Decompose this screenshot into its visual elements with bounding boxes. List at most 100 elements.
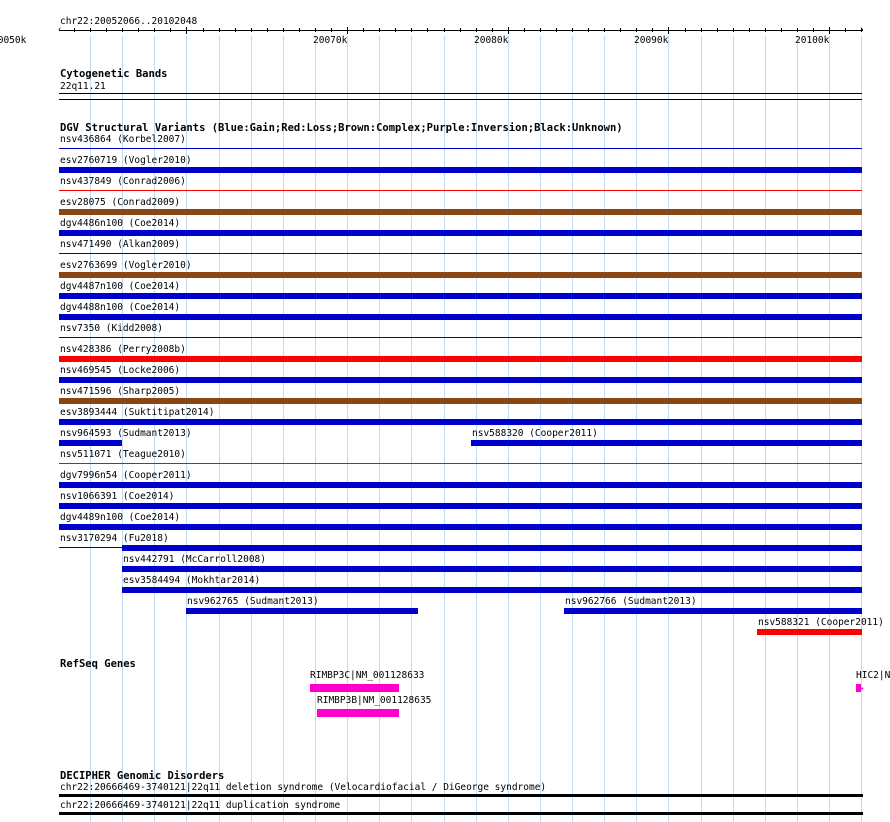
sv-bar[interactable]	[59, 398, 862, 404]
ruler-minor-tick	[636, 28, 637, 32]
sv-bar[interactable]	[59, 440, 122, 446]
ruler-minor-tick	[845, 28, 846, 32]
ruler-minor-tick	[781, 28, 782, 32]
gene-label[interactable]: RIMBP3B|NM_001128635	[317, 695, 431, 706]
ruler-label: 20090k	[634, 35, 669, 46]
ruler-left-arrow: ‹	[57, 25, 63, 35]
sv-label[interactable]: nsv588320 (Cooper2011)	[472, 428, 598, 439]
sv-bar[interactable]	[59, 419, 862, 425]
sv-line[interactable]	[59, 190, 862, 191]
gene-label[interactable]: HIC2|N	[856, 670, 890, 681]
ruler-label: 20100k	[795, 35, 830, 46]
sv-label[interactable]: nsv962766 (Sudmant2013)	[565, 596, 697, 607]
ruler-minor-tick	[379, 28, 380, 32]
cytoband-label[interactable]: 22q11.21	[60, 81, 106, 92]
ruler-minor-tick	[427, 28, 428, 32]
ruler-minor-tick	[765, 28, 766, 32]
decipher-label[interactable]: chr22:20666469-3740121|22q11 deletion sy…	[60, 782, 546, 793]
sv-label[interactable]: nsv436864 (Korbel2007)	[60, 134, 186, 145]
sv-label[interactable]: dgv7996n54 (Cooper2011)	[60, 470, 192, 481]
sv-label[interactable]: nsv469545 (Locke2006)	[60, 365, 180, 376]
ruler-minor-tick	[74, 28, 75, 32]
sv-label[interactable]: dgv4488n100 (Coe2014)	[60, 302, 180, 313]
ruler-minor-tick	[604, 28, 605, 32]
ruler-minor-tick	[283, 28, 284, 32]
sv-bar[interactable]	[59, 356, 862, 362]
sv-line[interactable]	[59, 547, 122, 548]
ruler-label: 20050k	[0, 35, 27, 46]
sv-bar[interactable]	[122, 587, 862, 593]
sv-label[interactable]: nsv511071 (Teague2010)	[60, 449, 186, 460]
ruler-minor-tick	[395, 28, 396, 32]
sv-bar[interactable]	[59, 209, 862, 215]
sv-bar[interactable]	[59, 230, 862, 236]
sv-bar[interactable]	[59, 293, 862, 299]
sv-bar[interactable]	[471, 440, 862, 446]
ruler-minor-tick	[556, 28, 557, 32]
gene-strand-arrow-icon: ↦	[858, 683, 864, 694]
sv-label[interactable]: nsv442791 (McCarroll2008)	[123, 554, 266, 565]
sv-bar[interactable]	[564, 608, 862, 614]
sv-line[interactable]	[59, 463, 862, 464]
sv-bar[interactable]	[59, 482, 862, 488]
ruler-minor-tick	[170, 28, 171, 32]
sv-bar[interactable]	[757, 629, 862, 635]
ruler-minor-tick	[717, 28, 718, 32]
ruler-major-tick	[829, 27, 830, 34]
ruler-minor-tick	[122, 28, 123, 32]
sv-label[interactable]: nsv588321 (Cooper2011)	[758, 617, 884, 628]
ruler-minor-tick	[267, 28, 268, 32]
sv-bar[interactable]	[122, 566, 862, 572]
sv-bar[interactable]	[122, 545, 862, 551]
sv-label[interactable]: esv3584494 (Mokhtar2014)	[123, 575, 260, 586]
dgv-heading: DGV Structural Variants (Blue:Gain;Red:L…	[60, 122, 623, 134]
gene-bar[interactable]	[310, 684, 399, 692]
sv-bar[interactable]	[59, 314, 862, 320]
ruler-minor-tick	[620, 28, 621, 32]
sv-bar[interactable]	[59, 377, 862, 383]
sv-label[interactable]: nsv3170294 (Fu2018)	[60, 533, 169, 544]
ruler-minor-tick	[733, 28, 734, 32]
ruler-minor-tick	[299, 28, 300, 32]
decipher-bar[interactable]	[59, 812, 863, 815]
sv-line[interactable]	[59, 148, 862, 149]
ruler-minor-tick	[861, 28, 862, 32]
sv-bar[interactable]	[59, 524, 862, 530]
ruler-minor-tick	[203, 28, 204, 32]
sv-label[interactable]: nsv962765 (Sudmant2013)	[187, 596, 319, 607]
sv-bar[interactable]	[59, 272, 862, 278]
decipher-bar[interactable]	[59, 794, 863, 797]
sv-bar[interactable]	[186, 608, 418, 614]
region-label: chr22:20052066..20102048	[60, 16, 198, 27]
sv-label[interactable]: esv3893444 (Suktitipat2014)	[60, 407, 214, 418]
sv-label[interactable]: esv2763699 (Vogler2010)	[60, 260, 192, 271]
ruler-minor-tick	[797, 28, 798, 32]
sv-label[interactable]: nsv471596 (Sharp2005)	[60, 386, 180, 397]
sv-line[interactable]	[59, 337, 862, 338]
ruler-major-tick	[347, 27, 348, 34]
ruler-minor-tick	[363, 28, 364, 32]
sv-label[interactable]: esv2760719 (Vogler2010)	[60, 155, 192, 166]
sv-label[interactable]: nsv964593 (Sudmant2013)	[60, 428, 192, 439]
sv-label[interactable]: nsv7350 (Kidd2008)	[60, 323, 163, 334]
decipher-label[interactable]: chr22:20666469-3740121|22q11 duplication…	[60, 800, 340, 811]
sv-label[interactable]: dgv4486n100 (Coe2014)	[60, 218, 180, 229]
ruler-minor-tick	[701, 28, 702, 32]
sv-label[interactable]: esv28075 (Conrad2009)	[60, 197, 180, 208]
sv-label[interactable]: nsv437849 (Conrad2006)	[60, 176, 186, 187]
sv-label[interactable]: dgv4489n100 (Coe2014)	[60, 512, 180, 523]
sv-bar[interactable]	[59, 167, 862, 173]
sv-label[interactable]: nsv1066391 (Coe2014)	[60, 491, 174, 502]
sv-label[interactable]: nsv471490 (Alkan2009)	[60, 239, 180, 250]
cytoband-heading: Cytogenetic Bands	[60, 68, 168, 80]
sv-line[interactable]	[59, 253, 862, 254]
gene-label[interactable]: RIMBP3C|NM_001128633	[310, 670, 424, 681]
sv-bar[interactable]	[59, 503, 862, 509]
gene-bar[interactable]	[317, 709, 399, 717]
ruler-minor-tick	[106, 28, 107, 32]
ruler-minor-tick	[540, 28, 541, 32]
sv-label[interactable]: dgv4487n100 (Coe2014)	[60, 281, 180, 292]
ruler-minor-tick	[154, 28, 155, 32]
cytoband-line-top	[59, 93, 862, 94]
sv-label[interactable]: nsv428386 (Perry2008b)	[60, 344, 186, 355]
